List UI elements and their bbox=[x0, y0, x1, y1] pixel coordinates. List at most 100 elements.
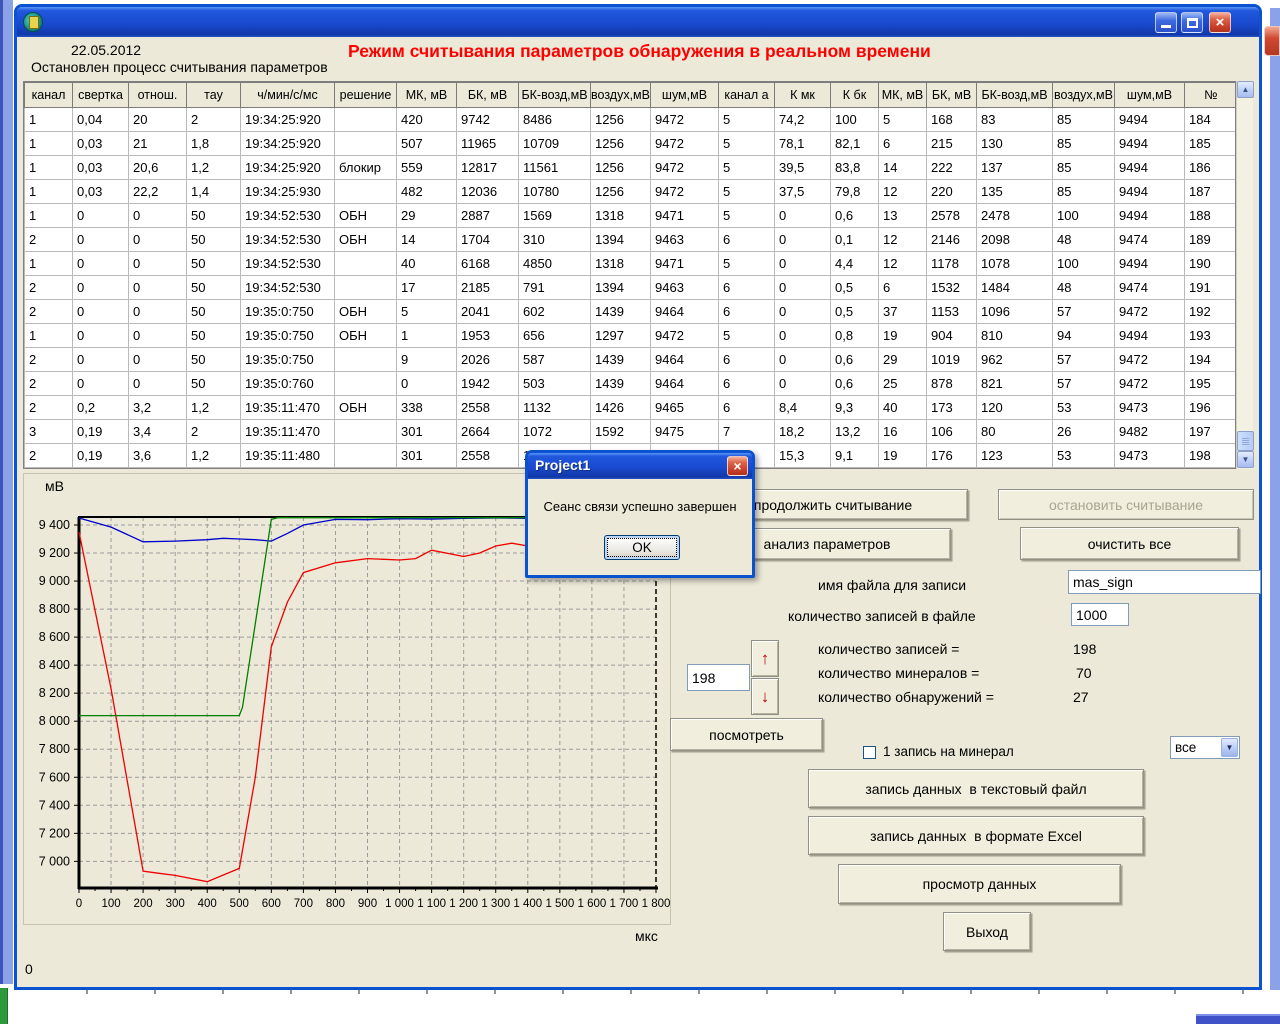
table-cell[interactable]: 17 bbox=[397, 276, 457, 300]
table-cell[interactable]: 6 bbox=[719, 300, 775, 324]
table-cell[interactable]: 11965 bbox=[457, 132, 519, 156]
table-cell[interactable]: 20,6 bbox=[129, 156, 187, 180]
table-cell[interactable]: 80 bbox=[977, 420, 1053, 444]
table-cell[interactable]: 9472 bbox=[651, 180, 719, 204]
table-cell[interactable]: 9474 bbox=[1115, 276, 1185, 300]
table-cell[interactable]: 0,03 bbox=[73, 132, 129, 156]
table-cell[interactable]: 1256 bbox=[591, 108, 651, 132]
table-cell[interactable]: 1953 bbox=[457, 324, 519, 348]
table-cell[interactable]: 587 bbox=[519, 348, 591, 372]
table-cell[interactable]: 2578 bbox=[927, 204, 977, 228]
table-cell[interactable]: 8486 bbox=[519, 108, 591, 132]
table-cell[interactable]: 2 bbox=[25, 276, 73, 300]
table-cell[interactable]: 810 bbox=[977, 324, 1053, 348]
table-cell[interactable]: ОБН bbox=[335, 324, 397, 348]
filter-combobox[interactable]: все ▼ bbox=[1170, 736, 1240, 759]
table-cell[interactable]: 6 bbox=[719, 276, 775, 300]
table-cell[interactable]: 1,2 bbox=[187, 396, 241, 420]
table-cell[interactable]: 9742 bbox=[457, 108, 519, 132]
table-cell[interactable]: 5 bbox=[719, 132, 775, 156]
table-cell[interactable]: 0 bbox=[129, 324, 187, 348]
table-cell[interactable]: 1 bbox=[25, 108, 73, 132]
table-cell[interactable]: 0 bbox=[129, 228, 187, 252]
table-cell[interactable]: 39,5 bbox=[775, 156, 831, 180]
table-cell[interactable] bbox=[335, 108, 397, 132]
table-cell[interactable]: 0,8 bbox=[831, 324, 879, 348]
table-cell[interactable]: 1178 bbox=[927, 252, 977, 276]
table-cell[interactable]: 4850 bbox=[519, 252, 591, 276]
table-cell[interactable]: 185 bbox=[1185, 132, 1237, 156]
table-cell[interactable]: 0 bbox=[129, 204, 187, 228]
table-cell[interactable]: 0 bbox=[73, 276, 129, 300]
table-cell[interactable]: 1 bbox=[25, 180, 73, 204]
table-cell[interactable]: 9482 bbox=[1115, 420, 1185, 444]
table-cell[interactable]: 0 bbox=[775, 348, 831, 372]
table-cell[interactable]: 0,19 bbox=[73, 420, 129, 444]
table-cell[interactable] bbox=[335, 180, 397, 204]
table-cell[interactable]: ОБН bbox=[335, 300, 397, 324]
table-cell[interactable]: 0 bbox=[73, 348, 129, 372]
table-cell[interactable]: 15,3 bbox=[775, 444, 831, 468]
table-cell[interactable]: 40 bbox=[879, 396, 927, 420]
table-cell[interactable]: 100 bbox=[1053, 252, 1115, 276]
table-cell[interactable]: 19:35:11:470 bbox=[241, 420, 335, 444]
table-cell[interactable]: 338 bbox=[397, 396, 457, 420]
table-cell[interactable]: 656 bbox=[519, 324, 591, 348]
table-cell[interactable]: 0 bbox=[73, 324, 129, 348]
table-cell[interactable]: 12 bbox=[879, 252, 927, 276]
table-cell[interactable]: 1,8 bbox=[187, 132, 241, 156]
table-cell[interactable]: 9472 bbox=[651, 108, 719, 132]
table-cell[interactable]: 791 bbox=[519, 276, 591, 300]
table-cell[interactable]: 19 bbox=[879, 444, 927, 468]
table-cell[interactable]: 1318 bbox=[591, 204, 651, 228]
table-cell[interactable]: 196 bbox=[1185, 396, 1237, 420]
table-cell[interactable]: 0 bbox=[775, 276, 831, 300]
table-cell[interactable] bbox=[335, 420, 397, 444]
table-cell[interactable]: 188 bbox=[1185, 204, 1237, 228]
table-cell[interactable]: 14 bbox=[397, 228, 457, 252]
table-cell[interactable]: 1569 bbox=[519, 204, 591, 228]
table-cell[interactable]: 9 bbox=[397, 348, 457, 372]
view-button[interactable]: посмотреть bbox=[670, 718, 823, 751]
table-cell[interactable]: 50 bbox=[187, 372, 241, 396]
scroll-up-button[interactable]: ▲ bbox=[1237, 81, 1254, 98]
table-cell[interactable]: 176 bbox=[927, 444, 977, 468]
exit-button[interactable]: Выход bbox=[943, 912, 1031, 951]
table-cell[interactable]: 9471 bbox=[651, 252, 719, 276]
table-cell[interactable]: 3,6 bbox=[129, 444, 187, 468]
table-cell[interactable]: 2 bbox=[25, 228, 73, 252]
table-cell[interactable]: 1256 bbox=[591, 132, 651, 156]
table-cell[interactable]: 50 bbox=[187, 276, 241, 300]
table-cell[interactable]: 6 bbox=[719, 348, 775, 372]
table-cell[interactable]: 19:34:52:530 bbox=[241, 228, 335, 252]
record-down-button[interactable]: ↓ bbox=[751, 678, 779, 715]
table-cell[interactable]: 0 bbox=[775, 300, 831, 324]
table-cell[interactable]: 878 bbox=[927, 372, 977, 396]
table-cell[interactable]: 19:34:25:930 bbox=[241, 180, 335, 204]
table-cell[interactable]: 9,3 bbox=[831, 396, 879, 420]
table-cell[interactable]: 0,19 bbox=[73, 444, 129, 468]
table-cell[interactable]: 3,4 bbox=[129, 420, 187, 444]
table-cell[interactable]: 503 bbox=[519, 372, 591, 396]
table-cell[interactable]: 2 bbox=[187, 420, 241, 444]
table-cell[interactable]: 9475 bbox=[651, 420, 719, 444]
save-to-text-file-button[interactable]: запись данных в текстовый файл bbox=[808, 769, 1144, 808]
table-cell[interactable]: 29 bbox=[397, 204, 457, 228]
table-cell[interactable]: 82,1 bbox=[831, 132, 879, 156]
table-cell[interactable]: 0,6 bbox=[831, 372, 879, 396]
table-cell[interactable]: 507 bbox=[397, 132, 457, 156]
table-cell[interactable]: 12817 bbox=[457, 156, 519, 180]
table-cell[interactable]: 19:34:25:920 bbox=[241, 108, 335, 132]
table-cell[interactable]: 19:34:52:530 bbox=[241, 276, 335, 300]
table-cell[interactable]: 9494 bbox=[1115, 108, 1185, 132]
table-cell[interactable]: 215 bbox=[927, 132, 977, 156]
table-cell[interactable]: 2558 bbox=[457, 444, 519, 468]
table-cell[interactable]: 1394 bbox=[591, 276, 651, 300]
table-cell[interactable]: 9472 bbox=[1115, 372, 1185, 396]
table-cell[interactable]: 1532 bbox=[927, 276, 977, 300]
table-cell[interactable]: 135 bbox=[977, 180, 1053, 204]
table-cell[interactable]: 50 bbox=[187, 252, 241, 276]
table-cell[interactable]: 2 bbox=[25, 300, 73, 324]
table-cell[interactable]: 559 bbox=[397, 156, 457, 180]
table-cell[interactable]: 1704 bbox=[457, 228, 519, 252]
